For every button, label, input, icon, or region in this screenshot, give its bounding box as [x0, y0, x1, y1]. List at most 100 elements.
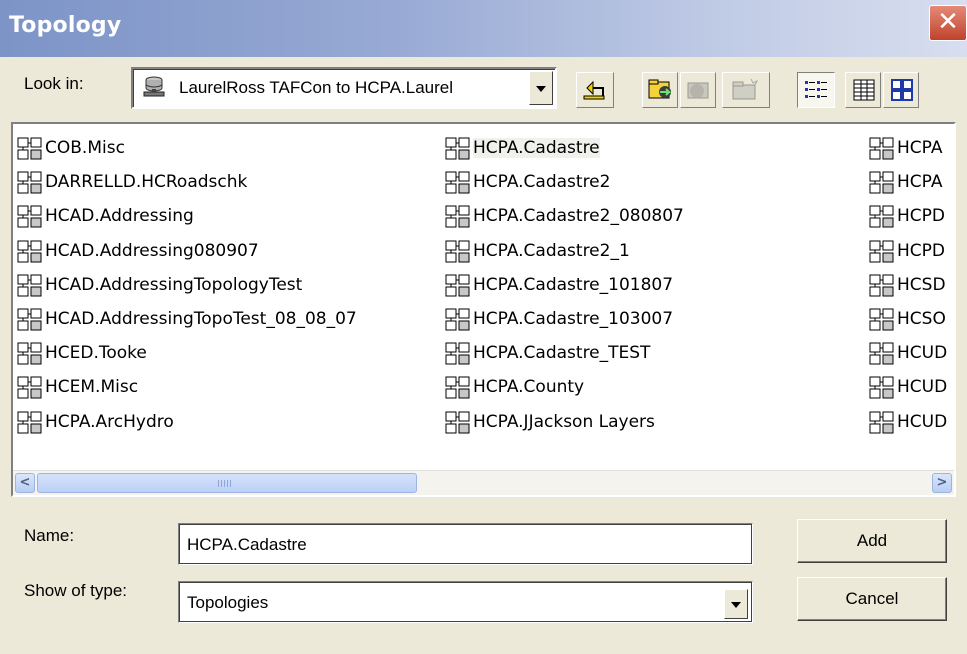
look-in-dropdown-button[interactable] [529, 71, 553, 105]
topology-icon [17, 308, 42, 331]
scroll-left-button[interactable]: < [15, 473, 35, 493]
scroll-right-button[interactable]: > [932, 473, 952, 493]
show-of-type-label: Show of type: [24, 581, 128, 600]
list-item[interactable]: HCPA.County [445, 372, 684, 406]
chevron-down-icon [731, 602, 741, 608]
list-view-icon [805, 81, 827, 98]
list-item[interactable]: HCSD [869, 270, 947, 304]
up-one-level-button[interactable] [576, 72, 614, 108]
connect-to-folder-button[interactable] [642, 72, 678, 108]
thumbnails-view-icon [891, 79, 913, 101]
list-item[interactable]: HCAD.Addressing080907 [17, 236, 357, 270]
database-connection-icon [143, 76, 165, 97]
list-item[interactable]: COB.Misc [17, 133, 357, 167]
horizontal-scrollbar[interactable]: < > [13, 470, 954, 495]
file-name: HCPA.Cadastre_101807 [473, 274, 674, 295]
name-input[interactable]: HCPA.Cadastre [178, 523, 753, 565]
title-bar[interactable]: Topology ✕ [0, 0, 967, 57]
file-name: COB.Misc [45, 138, 125, 158]
topology-icon [17, 274, 42, 297]
file-column-3: HCPA HCPA HCPD HCPD HCSD HCSO HCUD HCUD … [869, 133, 947, 441]
file-name: HCED.Tooke [45, 343, 147, 364]
topology-icon [17, 342, 42, 365]
topology-icon [869, 411, 894, 433]
topology-icon [17, 240, 42, 263]
up-one-level-icon [583, 80, 605, 100]
list-item[interactable]: DARRELLD.HCRoadschk [17, 167, 357, 201]
thumbnails-view-button[interactable] [883, 72, 919, 108]
list-item[interactable]: HCAD.AddressingTopoTest_08_08_07 [17, 304, 357, 338]
topology-icon [869, 342, 894, 365]
list-item[interactable]: HCEM.Misc [17, 372, 357, 406]
topology-icon [445, 274, 470, 297]
topology-icon [17, 171, 42, 194]
list-item[interactable]: HCSO [869, 304, 947, 338]
topology-icon [869, 205, 894, 228]
file-name: HCPA [897, 138, 943, 158]
details-view-button[interactable] [845, 72, 881, 108]
file-name: HCPA.Cadastre2_080807 [473, 206, 684, 227]
list-item[interactable]: HCUD [869, 407, 947, 441]
chevron-down-icon [536, 86, 546, 92]
list-item[interactable]: HCUD [869, 372, 947, 406]
look-in-dropdown[interactable]: LaurelRoss TAFCon to HCPA.Laurel [131, 67, 557, 109]
chevron-right-icon: > [936, 475, 948, 490]
list-view-button[interactable] [797, 72, 835, 108]
list-item[interactable]: HCPA.Cadastre_101807 [445, 270, 684, 304]
list-item[interactable]: HCPA.ArcHydro [17, 407, 357, 441]
cancel-button[interactable]: Cancel [797, 577, 947, 621]
list-item[interactable]: HCED.Tooke [17, 338, 357, 372]
new-folder-icon [732, 78, 759, 100]
connect-to-folder-icon [648, 79, 672, 99]
file-list[interactable]: COB.Misc DARRELLD.HCRoadschk HCAD.Addres… [11, 122, 956, 497]
file-name: HCAD.AddressingTopologyTest [45, 274, 303, 295]
topology-icon [445, 342, 470, 365]
file-name: DARRELLD.HCRoadschk [45, 172, 248, 193]
topology-icon [869, 308, 894, 331]
list-item[interactable]: HCPA [869, 133, 947, 167]
topology-icon [17, 205, 42, 228]
list-item[interactable]: HCPA.JJackson Layers [445, 407, 684, 441]
file-column-1: COB.Misc DARRELLD.HCRoadschk HCAD.Addres… [17, 133, 357, 441]
name-input-value: HCPA.Cadastre [187, 535, 307, 554]
list-item[interactable]: HCPA.Cadastre2_080807 [445, 201, 684, 235]
list-item[interactable]: HCPA.Cadastre2 [445, 167, 684, 201]
topology-icon [445, 376, 470, 399]
list-item[interactable]: HCAD.Addressing [17, 201, 357, 235]
list-item[interactable]: HCAD.AddressingTopologyTest [17, 270, 357, 304]
new-folder-button[interactable] [722, 72, 770, 108]
file-name: HCEM.Misc [45, 377, 139, 398]
file-name: HCPD [897, 240, 945, 261]
topology-icon [445, 205, 470, 228]
disconnect-folder-button[interactable] [680, 72, 716, 108]
list-item[interactable]: HCPA.Cadastre_TEST [445, 338, 684, 372]
file-name: HCPA.JJackson Layers [473, 411, 655, 432]
topology-icon [445, 137, 470, 160]
file-name: HCPA.ArcHydro [45, 411, 174, 432]
topology-icon [17, 137, 42, 160]
list-item[interactable]: HCPA.Cadastre2_1 [445, 236, 684, 270]
list-item[interactable]: HCUD [869, 338, 947, 372]
list-item[interactable]: HCPA [869, 167, 947, 201]
file-name: HCSD [897, 274, 946, 295]
list-item-selected[interactable]: HCPA.Cadastre [445, 133, 684, 167]
add-button[interactable]: Add [797, 519, 947, 563]
scroll-thumb[interactable] [37, 473, 417, 493]
file-name: HCPA.Cadastre2_1 [473, 240, 630, 261]
look-in-value: LaurelRoss TAFCon to HCPA.Laurel [179, 78, 454, 97]
close-button[interactable]: ✕ [929, 5, 967, 41]
file-name: HCAD.Addressing080907 [45, 240, 259, 261]
topology-icon [445, 308, 470, 331]
show-of-type-dropdown-button[interactable] [724, 589, 748, 619]
file-name: HCPA [897, 172, 943, 193]
list-item[interactable]: HCPD [869, 201, 947, 235]
topology-icon [17, 376, 42, 399]
topology-icon [869, 137, 894, 160]
list-item[interactable]: HCPA.Cadastre_103007 [445, 304, 684, 338]
file-name: HCAD.AddressingTopoTest_08_08_07 [45, 308, 357, 329]
list-item[interactable]: HCPD [869, 236, 947, 270]
file-name: HCAD.Addressing [45, 206, 194, 227]
grip-icon [218, 480, 232, 487]
details-view-icon [853, 79, 875, 101]
show-of-type-dropdown[interactable]: Topologies [178, 581, 753, 623]
